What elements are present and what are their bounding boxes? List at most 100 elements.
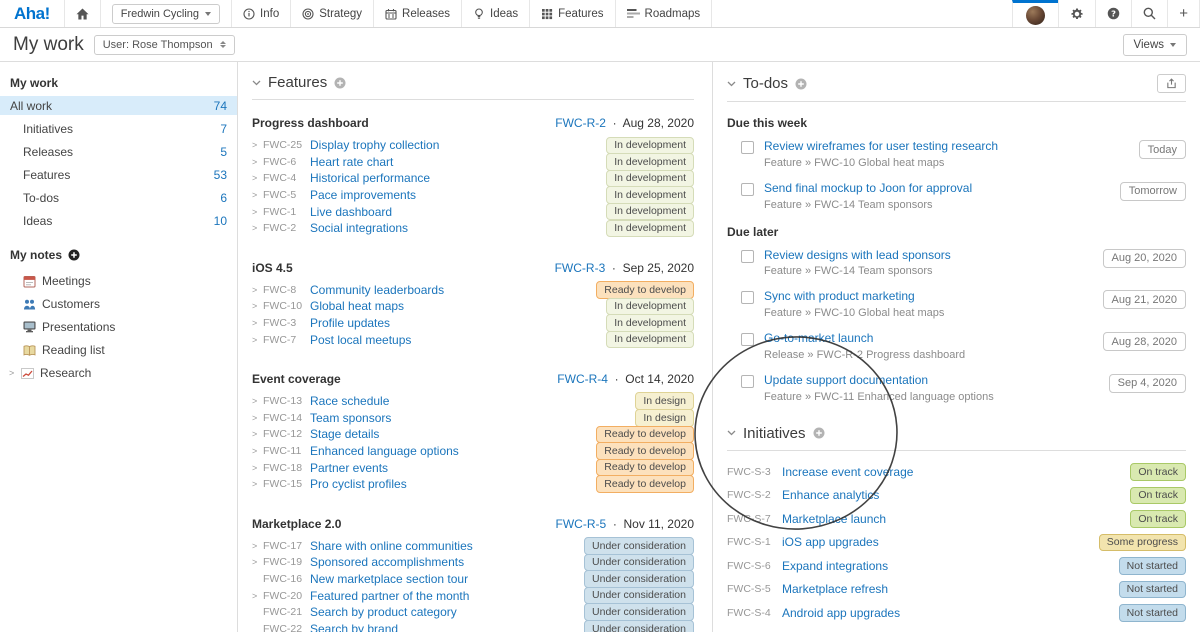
feature-link[interactable]: Display trophy collection: [310, 138, 439, 152]
feature-link[interactable]: Search by product category: [310, 605, 457, 619]
aha-logo[interactable]: Aha!: [0, 0, 64, 27]
feature-link[interactable]: Profile updates: [310, 316, 390, 330]
sidebar-note-customers[interactable]: Customers: [0, 294, 237, 314]
feature-link[interactable]: Search by brand: [310, 622, 398, 632]
todo-checkbox[interactable]: [741, 183, 754, 196]
collapse-chevron-icon[interactable]: [252, 80, 261, 86]
user-avatar-tab[interactable]: [1012, 0, 1058, 27]
feature-link[interactable]: New marketplace section tour: [310, 572, 468, 586]
expand-chevron-icon[interactable]: >: [252, 446, 263, 456]
sidebar-item-all-work[interactable]: All work 74: [0, 96, 237, 115]
release-ref-link[interactable]: FWC-R-5: [556, 517, 607, 531]
nav-item-features[interactable]: Features: [529, 0, 614, 27]
expand-chevron-icon[interactable]: >: [252, 591, 263, 601]
sidebar-item-ideas[interactable]: Ideas 10: [0, 211, 237, 230]
feature-link[interactable]: Sponsored accomplishments: [310, 555, 464, 569]
expand-chevron-icon[interactable]: >: [252, 190, 263, 200]
todo-checkbox[interactable]: [741, 333, 754, 346]
todo-checkbox[interactable]: [741, 291, 754, 304]
collapse-chevron-icon[interactable]: [727, 430, 736, 436]
initiative-link[interactable]: Increase event coverage: [782, 465, 913, 479]
initiative-link[interactable]: Marketplace launch: [782, 512, 886, 526]
expand-chevron-icon[interactable]: >: [252, 557, 263, 567]
user-filter-select[interactable]: User: Rose Thompson: [94, 35, 235, 55]
expand-chevron-icon[interactable]: >: [9, 368, 17, 378]
feature-link[interactable]: Pro cyclist profiles: [310, 477, 407, 491]
todo-checkbox[interactable]: [741, 141, 754, 154]
add-button[interactable]: +: [1167, 0, 1200, 27]
release-ref-link[interactable]: FWC-R-3: [555, 261, 606, 275]
sidebar-item-to-dos[interactable]: To-dos 6: [0, 188, 237, 207]
feature-link[interactable]: Historical performance: [310, 171, 430, 185]
expand-chevron-icon[interactable]: >: [252, 301, 263, 311]
nav-item-strategy[interactable]: Strategy: [290, 0, 373, 27]
sidebar-note-research[interactable]: > Research: [0, 363, 237, 383]
nav-item-roadmaps[interactable]: Roadmaps: [615, 0, 713, 27]
todo-link[interactable]: Review wireframes for user testing resea…: [764, 139, 998, 153]
feature-link[interactable]: Global heat maps: [310, 299, 404, 313]
expand-chevron-icon[interactable]: >: [252, 140, 263, 150]
expand-chevron-icon[interactable]: >: [252, 223, 263, 233]
search-button[interactable]: [1131, 0, 1167, 27]
expand-chevron-icon[interactable]: >: [252, 173, 263, 183]
nav-item-releases[interactable]: Releases: [373, 0, 461, 27]
todo-link[interactable]: Sync with product marketing: [764, 289, 915, 303]
add-feature-icon[interactable]: [334, 77, 346, 89]
sidebar-item-initiatives[interactable]: Initiatives 7: [0, 119, 237, 138]
expand-chevron-icon[interactable]: >: [252, 396, 263, 406]
feature-link[interactable]: Live dashboard: [310, 205, 392, 219]
release-ref-link[interactable]: FWC-R-4: [557, 372, 608, 386]
initiative-link[interactable]: Expand integrations: [782, 559, 888, 573]
initiative-link[interactable]: iOS app upgrades: [782, 535, 879, 549]
expand-chevron-icon[interactable]: >: [252, 479, 263, 489]
feature-link[interactable]: Share with online communities: [310, 539, 473, 553]
expand-chevron-icon[interactable]: >: [252, 335, 263, 345]
expand-chevron-icon[interactable]: >: [252, 318, 263, 328]
todo-link[interactable]: Send final mockup to Joon for approval: [764, 181, 972, 195]
feature-link[interactable]: Partner events: [310, 461, 388, 475]
settings-button[interactable]: [1058, 0, 1095, 27]
feature-link[interactable]: Post local meetups: [310, 333, 411, 347]
todo-link[interactable]: Update support documentation: [764, 373, 928, 387]
initiative-link[interactable]: Android app upgrades: [782, 606, 900, 620]
todo-link[interactable]: Go-to-market launch: [764, 331, 873, 345]
home-button[interactable]: [64, 0, 100, 27]
sidebar-note-presentations[interactable]: Presentations: [0, 317, 237, 337]
feature-link[interactable]: Race schedule: [310, 394, 389, 408]
todo-link[interactable]: Review designs with lead sponsors: [764, 248, 951, 262]
release-ref-link[interactable]: FWC-R-2: [555, 116, 606, 130]
feature-link[interactable]: Pace improvements: [310, 188, 416, 202]
add-initiative-icon[interactable]: [813, 427, 825, 439]
workspace-switcher[interactable]: Fredwin Cycling: [100, 0, 231, 27]
nav-item-info[interactable]: Info: [231, 0, 290, 27]
feature-link[interactable]: Social integrations: [310, 221, 408, 235]
collapse-chevron-icon[interactable]: [727, 81, 736, 87]
add-todo-icon[interactable]: [795, 78, 807, 90]
help-button[interactable]: ?: [1095, 0, 1131, 27]
sidebar-item-features[interactable]: Features 53: [0, 165, 237, 184]
sidebar-item-releases[interactable]: Releases 5: [0, 142, 237, 161]
expand-chevron-icon[interactable]: >: [252, 429, 263, 439]
add-note-icon[interactable]: [68, 249, 80, 261]
expand-chevron-icon[interactable]: >: [252, 285, 263, 295]
feature-link[interactable]: Heart rate chart: [310, 155, 393, 169]
feature-link[interactable]: Featured partner of the month: [310, 589, 469, 603]
sidebar-note-meetings[interactable]: Meetings: [0, 271, 237, 291]
export-todos-button[interactable]: [1157, 74, 1186, 93]
initiative-link[interactable]: Marketplace refresh: [782, 582, 888, 596]
expand-chevron-icon[interactable]: >: [252, 463, 263, 473]
expand-chevron-icon[interactable]: >: [252, 541, 263, 551]
expand-chevron-icon[interactable]: >: [252, 157, 263, 167]
expand-chevron-icon[interactable]: >: [252, 207, 263, 217]
initiative-link[interactable]: Enhance analytics: [782, 488, 879, 502]
expand-chevron-icon[interactable]: >: [252, 413, 263, 423]
todo-checkbox[interactable]: [741, 375, 754, 388]
views-button[interactable]: Views: [1123, 34, 1187, 56]
feature-link[interactable]: Community leaderboards: [310, 283, 444, 297]
feature-link[interactable]: Enhanced language options: [310, 444, 459, 458]
sidebar-note-reading-list[interactable]: Reading list: [0, 340, 237, 360]
todo-checkbox[interactable]: [741, 250, 754, 263]
nav-item-ideas[interactable]: Ideas: [461, 0, 529, 27]
feature-link[interactable]: Team sponsors: [310, 411, 391, 425]
feature-link[interactable]: Stage details: [310, 427, 379, 441]
